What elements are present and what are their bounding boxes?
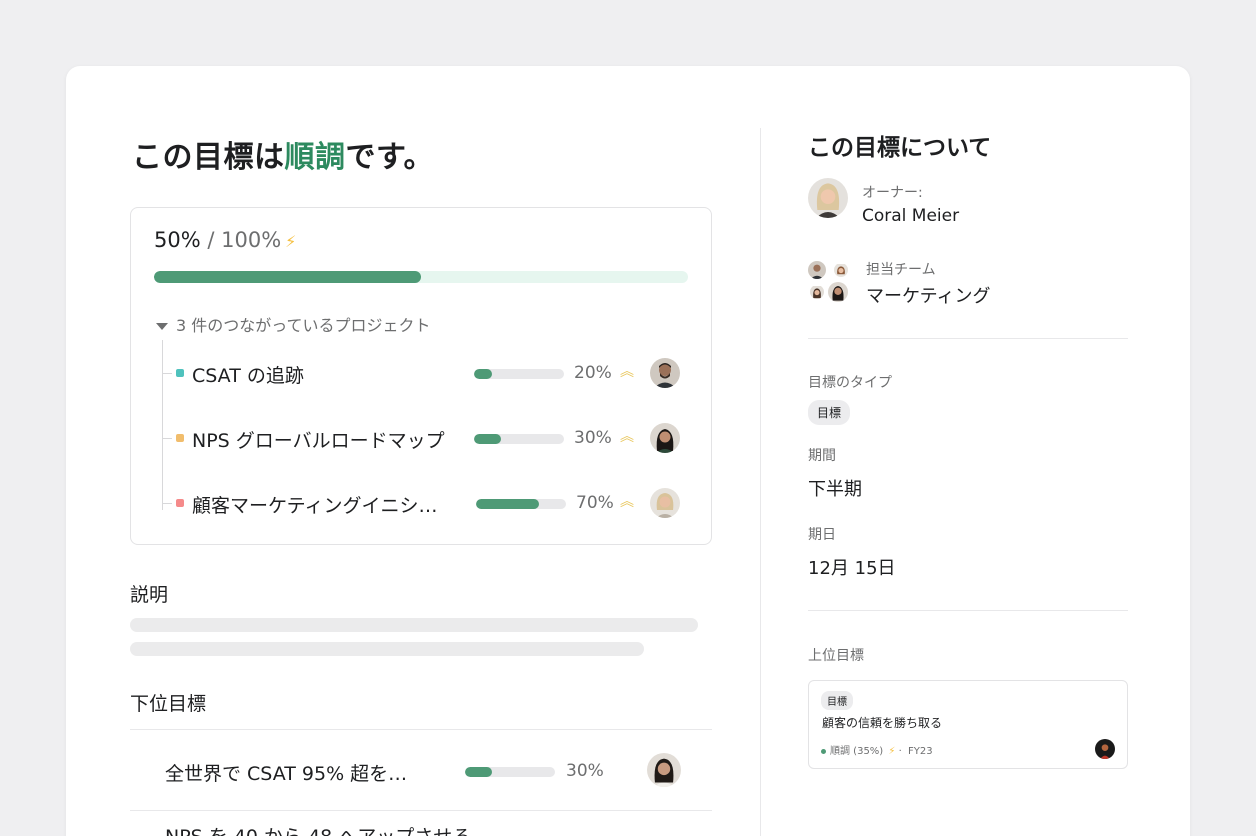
divider [130, 810, 712, 811]
sub-goals-label: 下位目標 [130, 693, 207, 715]
parent-goal-label: 上位目標 [808, 648, 864, 664]
due-date-value[interactable]: 12月 15日 [808, 554, 896, 580]
divider [808, 610, 1128, 611]
lightning-icon: ⚡ [285, 232, 297, 251]
project-percent: 70% [576, 493, 614, 513]
parent-goal-name: 顧客の信頼を勝ち取る [822, 716, 943, 730]
sub-goal-name[interactable]: 全世界で CSAT 95% 超を… [165, 759, 407, 786]
goal-progress-bar [154, 271, 688, 283]
column-divider [760, 128, 761, 836]
sub-goal-row[interactable]: NPS を 40 から 48 へアップさせる [130, 812, 712, 836]
project-row[interactable]: NPS グローバルロードマップ 30% ︽ [162, 418, 692, 458]
parent-goal-type-chip: 目標 [821, 691, 853, 710]
avatar [1095, 739, 1115, 759]
project-percent: 20% [574, 363, 612, 383]
avatar[interactable] [647, 753, 681, 787]
status-dot-icon [821, 748, 826, 754]
avatar [834, 263, 848, 277]
project-color-dot [176, 499, 184, 507]
project-color-dot [176, 369, 184, 377]
sub-goal-row[interactable]: 全世界で CSAT 95% 超を… 30% [130, 731, 712, 811]
trend-up-icon: ︽ [620, 494, 634, 510]
lightning-icon: ⚡ [888, 746, 896, 757]
about-title: この目標について [808, 135, 992, 161]
parent-goal-card[interactable]: 目標 顧客の信頼を勝ち取る 順調 (35%) ⚡ · FY23 [808, 680, 1128, 769]
goal-status-title: この目標は順調です。 [132, 140, 434, 175]
trend-up-icon: ︽ [620, 364, 634, 380]
avatar [808, 261, 826, 279]
avatar[interactable] [650, 423, 680, 453]
sub-goal-progress-bar [465, 767, 555, 777]
avatar [810, 285, 824, 299]
description-placeholder-line [130, 642, 644, 656]
status-text: 順調 [284, 140, 346, 175]
description-placeholder-line [130, 618, 698, 632]
project-row[interactable]: 顧客マーケティングイニシ… 70% ︽ [162, 483, 692, 523]
period-value[interactable]: 下半期 [808, 475, 862, 501]
goal-type-label: 目標のタイプ [808, 375, 892, 391]
project-color-dot [176, 434, 184, 442]
owner-avatar[interactable] [808, 178, 848, 218]
goal-type-chip[interactable]: 目標 [808, 400, 851, 425]
sub-goal-percent: 30% [566, 761, 604, 781]
project-row[interactable]: CSAT の追跡 20% ︽ [162, 353, 692, 393]
project-progress-bar [476, 499, 566, 509]
team-name[interactable]: マーケティング [866, 282, 991, 308]
period-label: 期間 [808, 448, 836, 464]
project-name[interactable]: NPS グローバルロードマップ [192, 426, 445, 453]
trend-up-icon: ︽ [620, 429, 634, 445]
project-progress-bar [474, 369, 564, 379]
project-name[interactable]: CSAT の追跡 [192, 361, 304, 388]
avatar[interactable] [650, 358, 680, 388]
avatar [828, 282, 848, 302]
due-date-label: 期日 [808, 527, 836, 543]
team-label: 担当チーム [866, 262, 936, 278]
avatar[interactable] [650, 488, 680, 518]
connected-projects-toggle[interactable]: 3 件のつながっているプロジェクト [156, 312, 430, 336]
project-progress-bar [474, 434, 564, 444]
caret-down-icon [156, 323, 168, 330]
owner-name[interactable]: Coral Meier [862, 206, 959, 226]
team-avatars[interactable] [808, 261, 852, 302]
divider [808, 338, 1128, 339]
description-label: 説明 [130, 584, 169, 606]
sub-goal-name[interactable]: NPS を 40 から 48 へアップさせる [165, 822, 471, 836]
progress-percent: 50% / 100% ⚡ [154, 228, 297, 252]
project-percent: 30% [574, 428, 612, 448]
owner-label: オーナー: [862, 185, 923, 201]
project-name[interactable]: 顧客マーケティングイニシ… [192, 491, 437, 518]
divider [130, 729, 712, 730]
parent-goal-status: 順調 (35%) ⚡ · FY23 [821, 742, 933, 757]
